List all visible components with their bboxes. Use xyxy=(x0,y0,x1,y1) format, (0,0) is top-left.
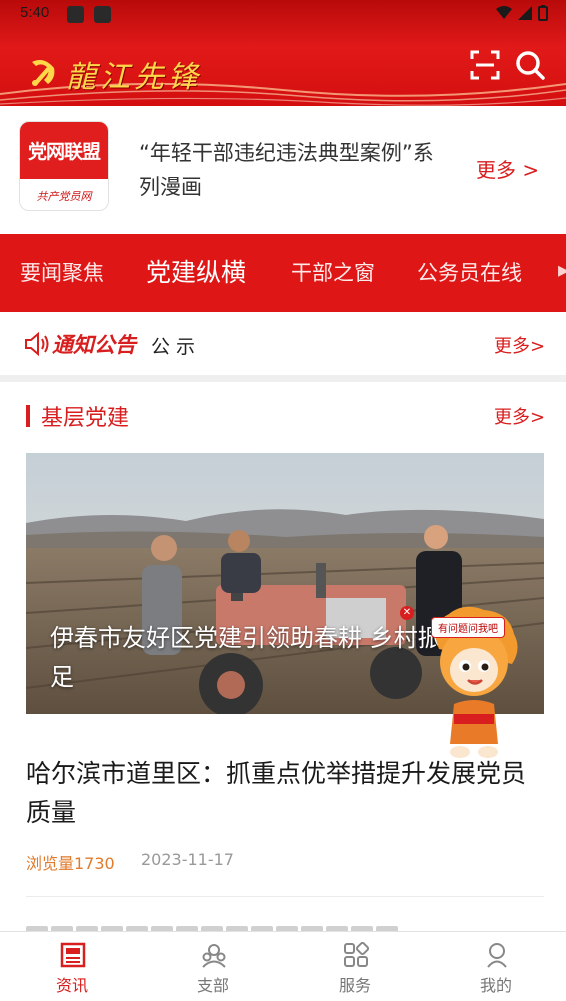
scan-icon[interactable] xyxy=(470,50,500,80)
article-separator xyxy=(26,896,544,897)
profile-icon xyxy=(487,943,507,968)
search-icon[interactable] xyxy=(515,50,545,80)
status-time: 5:40 xyxy=(20,4,50,21)
party-league-logo: 党网联盟 共产党员网 xyxy=(19,121,109,211)
branch-icon xyxy=(202,944,226,968)
nav-profile[interactable]: 我的 xyxy=(446,932,546,1001)
tab-cadre-window[interactable]: 干部之窗 xyxy=(291,234,375,312)
nav-service-label: 服务 xyxy=(338,976,371,995)
notice-bar[interactable]: 通知公告 公 示 更多> xyxy=(0,312,566,376)
section-title: 基层党建 xyxy=(41,406,130,431)
league-logo-text: 党网联盟 xyxy=(20,122,108,179)
status-bar: 5:40 xyxy=(0,0,566,30)
nav-service[interactable]: 服务 xyxy=(305,932,405,1001)
section-accent-bar xyxy=(26,405,30,427)
title-bar: 龍江先锋 xyxy=(0,38,566,98)
wifi-icon xyxy=(496,6,512,19)
article-title[interactable]: 哈尔滨市道里区：抓重点优举措提升发展党员质量 xyxy=(26,754,536,832)
notification-icon xyxy=(67,6,84,23)
section-divider xyxy=(0,375,566,382)
app-title: 龍江先锋 xyxy=(66,60,202,95)
bottom-navigation: 资讯 支部 服务 我的 xyxy=(0,931,566,1001)
article-date: 2023-11-17 xyxy=(141,850,234,869)
nav-news-label: 资讯 xyxy=(55,976,88,995)
category-tabs: 要闻聚焦 党建纵横 干部之窗 公务员在线 ▸ xyxy=(0,234,566,312)
section-more-link[interactable]: 更多> xyxy=(494,403,545,429)
tab-party-building[interactable]: 党建纵横 xyxy=(146,234,246,312)
notification-icon xyxy=(94,6,111,23)
app-header: 5:40 龍江先锋 xyxy=(0,0,566,106)
mascot-close-icon[interactable]: ✕ xyxy=(400,606,414,620)
league-logo-subtext: 共产党员网 xyxy=(36,189,92,203)
party-emblem-icon xyxy=(32,60,55,86)
speaker-icon xyxy=(25,332,49,356)
signal-icon xyxy=(518,6,532,20)
nav-news[interactable]: 资讯 xyxy=(22,932,122,1001)
battery-icon xyxy=(538,5,548,21)
mascot-speech-bubble[interactable]: 有问题问我吧 xyxy=(431,617,505,638)
tab-civil-servant[interactable]: 公务员在线 xyxy=(417,234,522,312)
tab-overflow-indicator: ▸ xyxy=(558,258,566,283)
status-indicators xyxy=(496,5,548,21)
article-views: 浏览量1730 xyxy=(26,854,115,873)
league-more-link[interactable]: 更多 > xyxy=(476,154,539,183)
notice-label: 通知公告 xyxy=(52,333,136,357)
party-league-banner[interactable]: 党网联盟 共产党员网 “年轻干部违纪违法典型案例”系列漫画 更多 > xyxy=(0,106,566,234)
tab-news-focus[interactable]: 要闻聚焦 xyxy=(20,234,104,312)
league-headline[interactable]: “年轻干部违纪违法典型案例”系列漫画 xyxy=(139,136,439,204)
news-icon xyxy=(60,942,86,968)
service-icon xyxy=(344,942,369,967)
notice-text[interactable]: 公 示 xyxy=(151,332,195,359)
nav-branch-label: 支部 xyxy=(196,976,229,995)
nav-profile-label: 我的 xyxy=(479,976,512,995)
nav-branch[interactable]: 支部 xyxy=(163,932,263,1001)
notice-more-link[interactable]: 更多> xyxy=(494,332,545,358)
